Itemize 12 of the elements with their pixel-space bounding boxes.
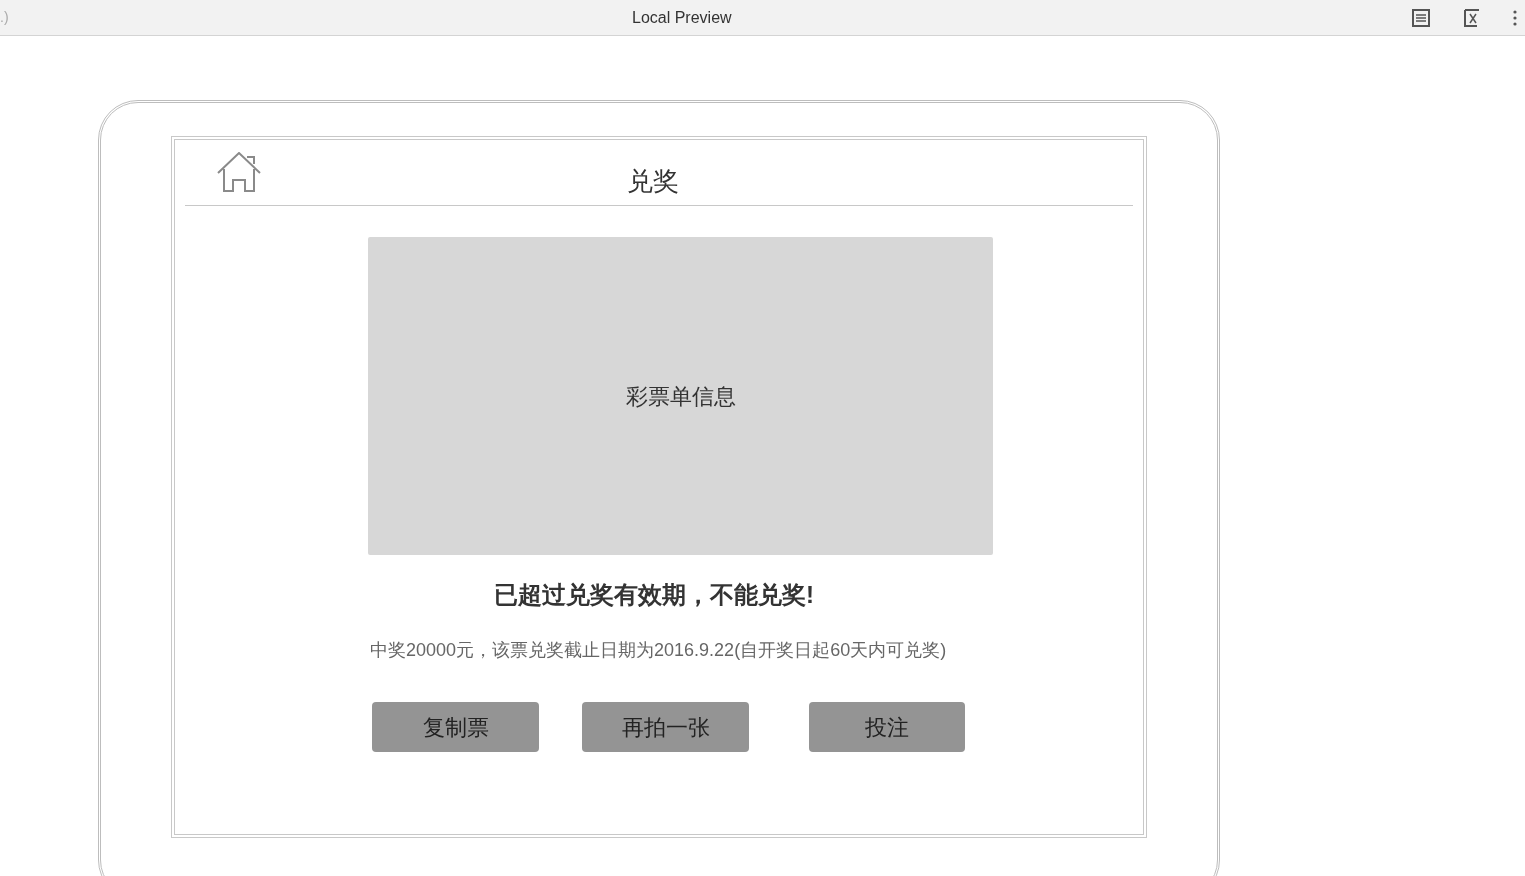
home-icon[interactable] xyxy=(217,152,261,192)
more-options-icon[interactable] xyxy=(1513,9,1517,26)
tab-title-fragment: .) xyxy=(0,8,9,27)
action-button[interactable]: 再拍一张 xyxy=(582,702,749,752)
document-icon[interactable] xyxy=(1411,7,1431,28)
ticket-info-label: 彩票单信息 xyxy=(625,382,736,411)
expired-message: 已超过兑奖有效期，不能兑奖! xyxy=(494,580,814,610)
page-title: Local Preview xyxy=(632,7,732,28)
screen-title: 兑奖 xyxy=(627,165,679,198)
action-button[interactable]: 复制票 xyxy=(372,702,539,752)
action-button[interactable]: 投注 xyxy=(809,702,965,752)
prize-details: 中奖20000元，该票兑奖截止日期为2016.9.22(自开奖日起60天内可兑奖) xyxy=(370,639,947,662)
